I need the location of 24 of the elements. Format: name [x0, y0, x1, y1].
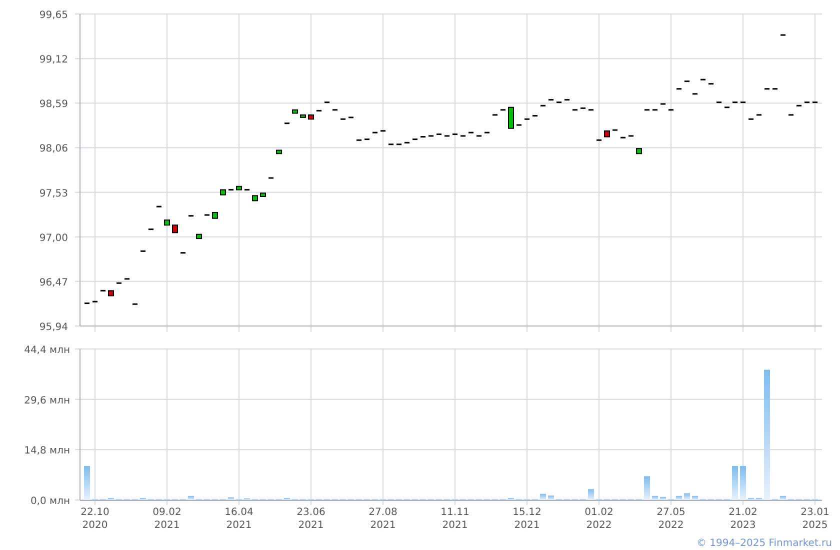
- axis-label: 16.04 2021: [224, 507, 254, 531]
- axis-label: 23.01 2025: [800, 507, 830, 531]
- axis-label: 29,6 млн: [24, 395, 70, 406]
- axis-label: 14,8 млн: [24, 446, 70, 457]
- axis-label: 15.12 2021: [512, 507, 542, 531]
- axis-label: 09.02 2021: [152, 507, 182, 531]
- axis-label: 27.05 2022: [656, 507, 686, 531]
- axis-label: 21.02 2023: [728, 507, 758, 531]
- axis-label: 99,65: [39, 10, 68, 21]
- axis-label: 97,53: [39, 188, 68, 200]
- axis-label: 0,0 млн: [30, 496, 70, 507]
- axis-label: 44,4 млн: [24, 345, 70, 356]
- axis-label: 98,06: [39, 144, 68, 155]
- axis-label: 98,59: [39, 99, 68, 110]
- axis-label: 23.06 2021: [296, 507, 326, 531]
- axis-label: 27.08 2021: [368, 507, 398, 531]
- axis-label: 99,12: [39, 54, 68, 66]
- axis-label: 96,47: [39, 277, 68, 288]
- axis-label: 11.11 2021: [440, 507, 470, 531]
- axis-label: 97,00: [39, 232, 68, 244]
- axis-label: 01.02 2022: [584, 507, 614, 531]
- axis-label: 95,94: [39, 322, 68, 333]
- copyright-text: © 1994–2025 Finmarket.ru: [696, 538, 832, 549]
- axis-label: 22.10 2020: [80, 507, 110, 531]
